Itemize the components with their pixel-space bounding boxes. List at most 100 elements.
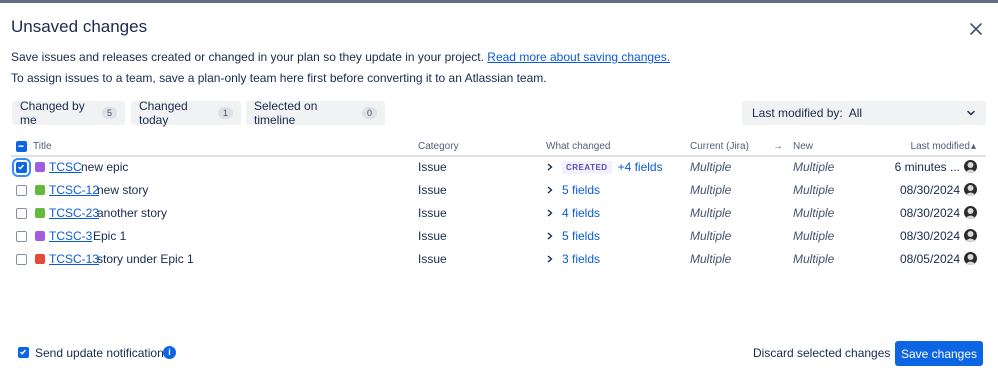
issue-category: Issue (418, 229, 447, 243)
avatar-image (965, 254, 976, 265)
row-checkbox[interactable] (16, 208, 27, 219)
filter-label: Changed by me (20, 99, 85, 127)
chevron-right-icon (547, 255, 553, 263)
intro-text-team: To assign issues to a team, save a plan-… (11, 71, 547, 85)
table-row[interactable]: TCSC-13 story under Epic 1 Issue 3 fields Mu… (0, 248, 998, 271)
issue-category: Issue (418, 252, 447, 266)
issue-summary: story under Epic 1 (97, 252, 194, 266)
read-more-link[interactable]: Read more about saving changes. (487, 50, 670, 64)
what-changed-toggle[interactable]: 3 fields (546, 252, 600, 266)
filter-label: Changed today (139, 99, 188, 127)
what-changed-toggle[interactable]: 5 fields (546, 183, 600, 197)
save-changes-button[interactable]: Save changes (895, 341, 983, 366)
changed-fields-count: 3 fields (562, 252, 601, 266)
avatar (964, 206, 977, 219)
issue-key-link[interactable]: TCSC (49, 160, 82, 174)
close-icon[interactable] (966, 19, 986, 39)
issue-category: Issue (418, 206, 447, 220)
last-modified-by-label: Last modified by: (752, 106, 843, 120)
table-row[interactable]: TCSC-3 Epic 1 Issue 5 fields Multiple Multipl… (0, 225, 998, 248)
changed-fields-count: 5 fields (562, 183, 601, 197)
table-row[interactable]: TCSC-23 another story Issue 4 fields Multipl… (0, 202, 998, 225)
what-changed-toggle[interactable]: 5 fields (546, 229, 600, 243)
current-value: Multiple (690, 206, 732, 220)
current-value: Multiple (690, 183, 732, 197)
avatar (964, 160, 977, 173)
last-modified-date: 08/30/2024 (899, 229, 960, 243)
new-value: Multiple (793, 160, 835, 174)
last-modified-date: 08/30/2024 (899, 183, 960, 197)
avatar (964, 252, 977, 265)
last-modified-by-value: All (848, 106, 863, 120)
last-modified-date: 08/05/2024 (899, 252, 960, 266)
table-row[interactable]: TCSC-12 new story Issue 5 fields Multiple Mul… (0, 179, 998, 202)
issue-category: Issue (418, 160, 447, 174)
last-modified-date: 08/30/2024 (899, 206, 960, 220)
filter-count: 5 (101, 107, 117, 119)
filter-changed-by-me[interactable]: Changed by me 5 (12, 99, 125, 127)
chevron-right-icon (547, 186, 553, 194)
chevron-right-icon (547, 232, 553, 240)
new-value: Multiple (793, 183, 835, 197)
changed-fields-count: +4 fields (617, 160, 663, 174)
intro-text: Save issues and releases created or chan… (11, 50, 670, 64)
header-new[interactable]: New (793, 141, 813, 152)
table-header: Title Category What changed Current (Jir… (0, 138, 998, 156)
sort-ascending-icon: ▴ (970, 141, 976, 152)
header-category[interactable]: Category (418, 141, 459, 152)
changed-fields-count: 4 fields (562, 206, 601, 220)
new-value: Multiple (793, 206, 835, 220)
epic-issue-type-icon (35, 231, 45, 241)
filter-changed-today[interactable]: Changed today 1 (131, 99, 241, 127)
info-icon[interactable]: i (163, 346, 176, 359)
discard-selected-button[interactable]: Discard selected changes (745, 340, 898, 366)
issue-key-link[interactable]: TCSC-13 (49, 252, 99, 266)
changed-fields-count: 5 fields (562, 229, 601, 243)
chevron-right-icon (547, 209, 553, 217)
checkmark-icon (18, 164, 25, 170)
avatar (964, 229, 977, 242)
filter-label: Selected on timeline (254, 99, 318, 127)
chevron-down-icon (967, 110, 975, 116)
filter-count: 0 (361, 107, 377, 119)
current-value: Multiple (690, 160, 732, 174)
current-value: Multiple (690, 229, 732, 243)
bug-issue-type-icon (35, 254, 45, 264)
new-value: Multiple (793, 252, 835, 266)
issue-summary: new story (97, 183, 149, 197)
issue-key-link[interactable]: TCSC-12 (49, 183, 99, 197)
created-badge: CREATED (562, 160, 612, 174)
current-value: Multiple (690, 252, 732, 266)
issue-summary: new epic (81, 160, 129, 174)
issue-category: Issue (418, 183, 447, 197)
checkmark-icon (20, 349, 27, 355)
row-checkbox[interactable] (16, 231, 27, 242)
issue-key-link[interactable]: TCSC-3 (49, 229, 92, 243)
avatar-image (965, 208, 976, 219)
header-current[interactable]: Current (Jira) (690, 141, 749, 152)
issue-key-link[interactable]: TCSC-23 (49, 206, 99, 220)
issue-summary: another story (97, 206, 168, 220)
header-what-changed[interactable]: What changed (546, 141, 611, 152)
row-checkbox[interactable] (12, 158, 31, 177)
header-last-modified[interactable]: Last modified (911, 141, 970, 152)
what-changed-toggle[interactable]: 4 fields (546, 206, 600, 220)
story-issue-type-icon (35, 185, 45, 195)
send-notifications-label: Send update notifications (35, 346, 170, 360)
last-modified-by-select[interactable]: Last modified by: All (742, 101, 986, 125)
what-changed-toggle[interactable]: CREATED +4 fields (546, 160, 663, 174)
avatar (964, 183, 977, 196)
send-notifications-checkbox[interactable] (18, 347, 29, 358)
new-value: Multiple (793, 229, 835, 243)
epic-issue-type-icon (35, 162, 45, 172)
header-title[interactable]: Title (33, 141, 52, 152)
issue-summary: Epic 1 (93, 229, 127, 243)
filter-selected-on-timeline[interactable]: Selected on timeline 0 (246, 99, 385, 127)
select-all-checkbox[interactable] (16, 141, 27, 152)
dialog-title: Unsaved changes (11, 17, 148, 36)
last-modified-date: 6 minutes ... (894, 160, 960, 174)
row-checkbox[interactable] (16, 254, 27, 265)
avatar-image (965, 185, 976, 196)
row-checkbox[interactable] (16, 185, 27, 196)
table-row[interactable]: TCSC new epic Issue CREATED +4 fields Multipl… (0, 156, 998, 179)
